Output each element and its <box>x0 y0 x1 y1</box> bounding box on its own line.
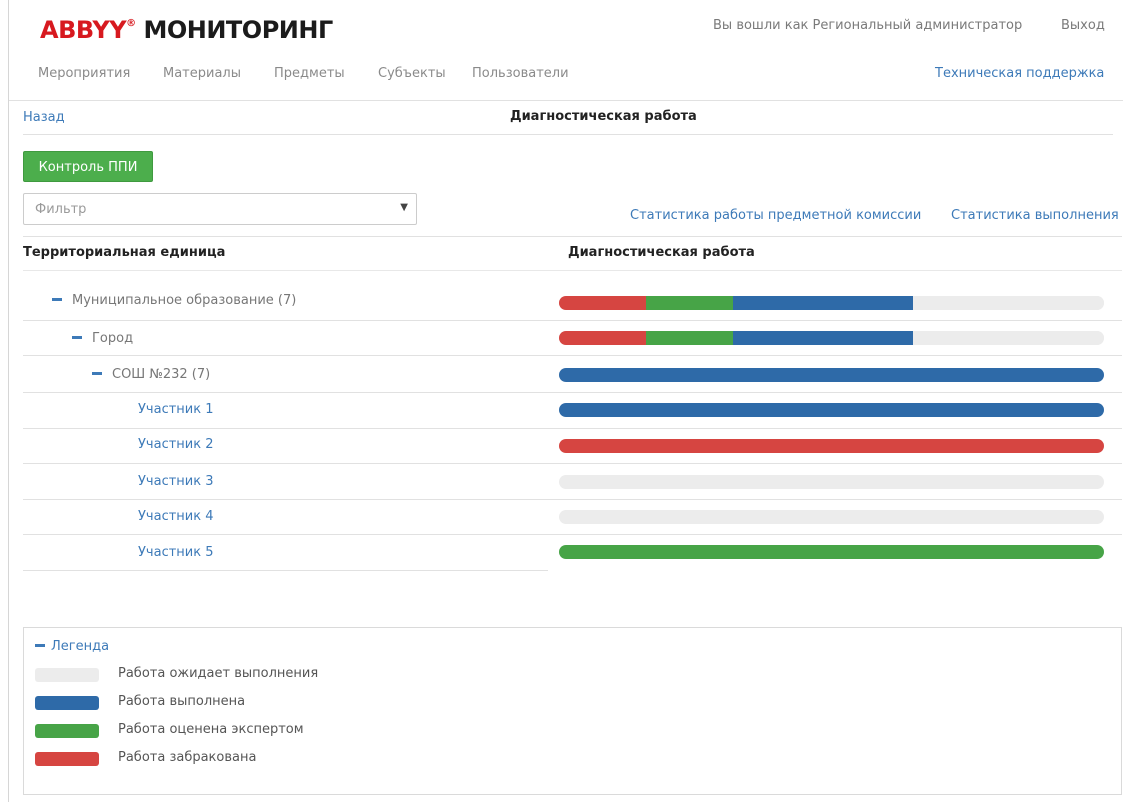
progress-segment-done <box>559 403 1104 417</box>
row-divider <box>23 355 1122 356</box>
progress-segment-done <box>733 296 914 310</box>
row-divider <box>23 320 1122 321</box>
progress-segment-rejected <box>559 331 647 345</box>
progress-segment-done <box>733 331 914 345</box>
nav-divider <box>9 100 1123 101</box>
column-header-work: Диагностическая работа <box>568 245 755 260</box>
participant-link[interactable]: Участник 1 <box>138 402 214 417</box>
progress-bar <box>559 439 1104 453</box>
row-divider <box>23 463 1122 464</box>
progress-segment-done <box>559 368 1104 382</box>
progress-bar <box>559 510 1104 524</box>
app-logo: ABBYY® МОНИТОРИНГ <box>40 16 333 44</box>
legend-swatch-expert <box>35 724 99 738</box>
legend-swatch-done <box>35 696 99 710</box>
support-link[interactable]: Техническая поддержка <box>935 66 1104 81</box>
progress-bar <box>559 403 1104 417</box>
nav-item-users[interactable]: Пользователи <box>472 66 569 81</box>
ppi-control-button[interactable]: Контроль ППИ <box>23 151 153 182</box>
completion-stats-link[interactable]: Статистика выполнения <box>951 208 1119 223</box>
logo-brand: ABBYY <box>40 16 127 44</box>
column-header-territory: Территориальная единица <box>23 245 226 260</box>
legend-swatch-rejected <box>35 752 99 766</box>
nav-item-subjects[interactable]: Предметы <box>274 66 345 81</box>
tree-row-school[interactable]: СОШ №232 (7) <box>92 367 210 382</box>
filter-placeholder: Фильтр <box>35 202 87 217</box>
progress-bar <box>559 296 1104 310</box>
breadcrumb-divider <box>23 134 1113 135</box>
row-divider <box>23 499 1122 500</box>
progress-bar <box>559 545 1104 559</box>
progress-segment-expert <box>559 545 1104 559</box>
logo-trademark: ® <box>126 18 136 29</box>
logout-link[interactable]: Выход <box>1061 18 1105 33</box>
progress-segment-rejected <box>559 296 647 310</box>
back-link[interactable]: Назад <box>23 110 65 125</box>
chevron-down-icon: ▼ <box>400 202 408 213</box>
participant-link[interactable]: Участник 4 <box>138 509 214 524</box>
toolbar-divider <box>23 236 1122 237</box>
filter-select[interactable]: Фильтр ▼ <box>23 193 417 225</box>
legend-toggle[interactable]: Легенда <box>35 639 109 654</box>
collapse-icon[interactable] <box>72 336 82 339</box>
row-divider <box>23 570 548 571</box>
legend-swatch-waiting <box>35 668 99 682</box>
legend-label: Работа выполнена <box>118 694 246 709</box>
row-label: Муниципальное образование (7) <box>72 293 297 308</box>
participant-link[interactable]: Участник 5 <box>138 545 214 560</box>
progress-segment-waiting <box>559 510 1104 524</box>
participant-link[interactable]: Участник 2 <box>138 437 214 452</box>
progress-segment-expert <box>646 331 734 345</box>
tree-row-municipality[interactable]: Муниципальное образование (7) <box>52 293 296 308</box>
legend-title: Легенда <box>51 639 110 654</box>
progress-bar <box>559 475 1104 489</box>
participant-link[interactable]: Участник 3 <box>138 474 214 489</box>
nav-item-events[interactable]: Мероприятия <box>38 66 130 81</box>
progress-bar <box>559 331 1104 345</box>
page-title: Диагностическая работа <box>510 109 697 124</box>
logo-product: МОНИТОРИНГ <box>143 16 333 44</box>
row-label: СОШ №232 (7) <box>112 367 211 382</box>
row-divider <box>23 392 1122 393</box>
legend-label: Работа забракована <box>118 750 257 765</box>
nav-item-materials[interactable]: Материалы <box>163 66 241 81</box>
table-header-divider <box>23 270 1122 271</box>
tree-row-city[interactable]: Город <box>72 331 133 346</box>
progress-segment-waiting <box>913 296 1104 310</box>
progress-segment-rejected <box>559 439 1104 453</box>
collapse-icon[interactable] <box>35 644 45 647</box>
progress-segment-waiting <box>559 475 1104 489</box>
legend-label: Работа ожидает выполнения <box>118 666 319 681</box>
row-divider <box>23 428 1122 429</box>
nav-item-regions[interactable]: Субъекты <box>378 66 446 81</box>
row-divider <box>23 534 1122 535</box>
legend-panel <box>23 627 1122 795</box>
commission-stats-link[interactable]: Статистика работы предметной комиссии <box>630 208 921 223</box>
legend-label: Работа оценена экспертом <box>118 722 304 737</box>
collapse-icon[interactable] <box>52 298 62 301</box>
progress-bar <box>559 368 1104 382</box>
progress-segment-waiting <box>913 331 1104 345</box>
collapse-icon[interactable] <box>92 372 102 375</box>
row-label: Город <box>92 331 134 346</box>
progress-segment-expert <box>646 296 734 310</box>
user-info: Вы вошли как Региональный администратор <box>713 18 1023 33</box>
